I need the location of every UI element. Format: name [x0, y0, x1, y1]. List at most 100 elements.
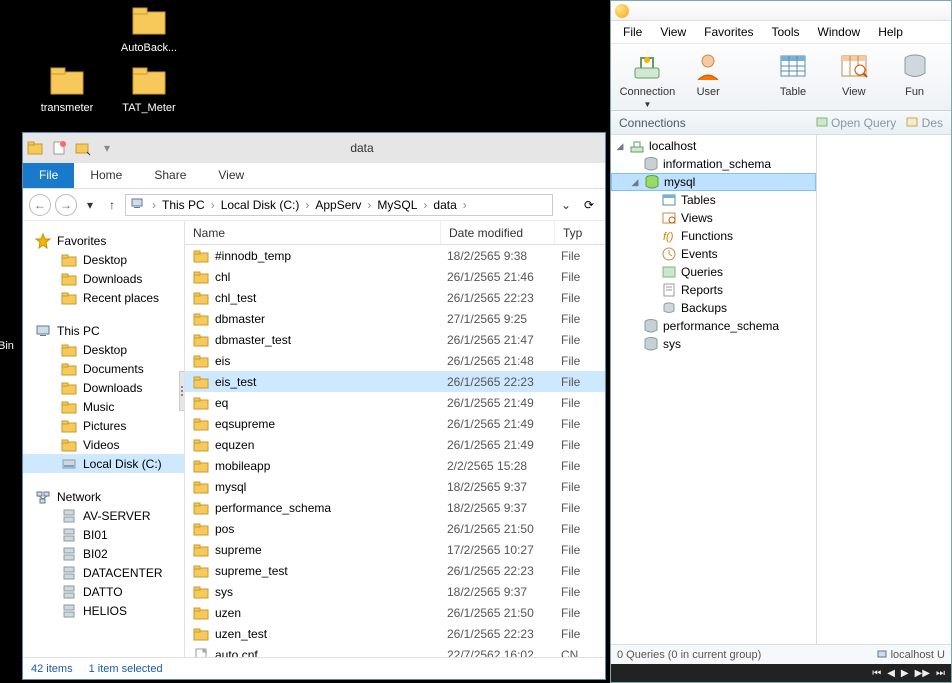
- sidebar-item[interactable]: Network: [23, 487, 184, 506]
- forward-button[interactable]: →: [55, 194, 77, 216]
- sidebar-item[interactable]: Favorites: [23, 231, 184, 250]
- file-row[interactable]: #innodb_temp18/2/2565 9:38File: [185, 245, 605, 266]
- expand-icon[interactable]: ◢: [615, 141, 625, 152]
- column-date[interactable]: Date modified: [441, 221, 555, 244]
- file-row[interactable]: uzen_test26/1/2565 22:23File: [185, 623, 605, 644]
- sidebar-item[interactable]: Downloads: [23, 269, 184, 288]
- sidebar-item[interactable]: HELIOS: [23, 601, 184, 620]
- toolbar-user[interactable]: User: [678, 48, 739, 106]
- file-row[interactable]: sys18/2/2565 9:37File: [185, 581, 605, 602]
- menu-file[interactable]: File: [615, 23, 650, 41]
- tree-object[interactable]: Reports: [611, 281, 816, 299]
- menu-tools[interactable]: Tools: [764, 23, 808, 41]
- properties-icon[interactable]: ▾: [95, 141, 119, 155]
- player-prev-icon[interactable]: ⏮: [872, 668, 881, 679]
- tree-database[interactable]: sys: [611, 335, 816, 353]
- tree-object[interactable]: Queries: [611, 263, 816, 281]
- file-row[interactable]: dbmaster27/1/2565 9:25File: [185, 308, 605, 329]
- navicat-titlebar[interactable]: [611, 1, 951, 21]
- file-row[interactable]: mysql18/2/2565 9:37File: [185, 476, 605, 497]
- column-name[interactable]: Name: [185, 221, 441, 244]
- tree-object[interactable]: f()Functions: [611, 227, 816, 245]
- file-row[interactable]: uzen26/1/2565 21:50File: [185, 602, 605, 623]
- file-row[interactable]: performance_schema18/2/2565 9:37File: [185, 497, 605, 518]
- desktop-icon[interactable]: AutoBack...: [112, 0, 186, 54]
- desktop-icon[interactable]: TAT_Meter: [112, 60, 186, 114]
- sidebar-item[interactable]: Recent places: [23, 288, 184, 307]
- tree-object[interactable]: Backups: [611, 299, 816, 317]
- file-row[interactable]: equzen26/1/2565 21:49File: [185, 434, 605, 455]
- file-row[interactable]: pos26/1/2565 21:50File: [185, 518, 605, 539]
- ribbon-tab-home[interactable]: Home: [74, 163, 138, 188]
- file-row[interactable]: eis_test26/1/2565 22:23File: [185, 371, 605, 392]
- back-button[interactable]: ←: [29, 194, 51, 216]
- sidebar-item[interactable]: Desktop: [23, 340, 184, 359]
- file-row[interactable]: eq26/1/2565 21:49File: [185, 392, 605, 413]
- player-play-icon[interactable]: ▶: [901, 668, 909, 679]
- sidebar-item[interactable]: Desktop: [23, 250, 184, 269]
- explorer-titlebar[interactable]: ▾ data: [23, 133, 605, 163]
- breadcrumb-item[interactable]: AppServ: [313, 198, 363, 212]
- tree-connection[interactable]: ◢localhost: [611, 137, 816, 155]
- history-dropdown[interactable]: ▾: [81, 198, 99, 212]
- ribbon-tab-view[interactable]: View: [202, 163, 260, 188]
- file-list-columns[interactable]: Name Date modified Typ: [185, 221, 605, 245]
- player-rw-icon[interactable]: ◀: [887, 668, 895, 679]
- sidebar-item[interactable]: Local Disk (C:): [23, 454, 184, 473]
- refresh-button[interactable]: ⟳: [579, 198, 599, 212]
- file-row[interactable]: auto.cnf22/7/2562 16:02CN: [185, 644, 605, 657]
- file-row[interactable]: mobileapp2/2/2565 15:28File: [185, 455, 605, 476]
- breadcrumb-dropdown[interactable]: ⌄: [557, 198, 575, 212]
- sidebar-item[interactable]: Documents: [23, 359, 184, 378]
- tree-object[interactable]: Events: [611, 245, 816, 263]
- toolbar-connection[interactable]: Connection ▼: [617, 48, 678, 106]
- file-row[interactable]: chl26/1/2565 21:46File: [185, 266, 605, 287]
- sidebar-splitter[interactable]: [179, 371, 185, 411]
- toolbar-table[interactable]: Table: [763, 48, 824, 106]
- tree-database[interactable]: performance_schema: [611, 317, 816, 335]
- toolbar-fun[interactable]: Fun: [884, 48, 945, 106]
- sidebar-item[interactable]: BI02: [23, 544, 184, 563]
- menu-view[interactable]: View: [652, 23, 694, 41]
- breadcrumb-item[interactable]: This PC: [160, 198, 207, 212]
- sidebar-item[interactable]: Videos: [23, 435, 184, 454]
- player-next-icon[interactable]: ⏭: [936, 668, 945, 679]
- player-ff-icon[interactable]: ▶▶: [915, 668, 930, 679]
- sidebar-item[interactable]: Downloads: [23, 378, 184, 397]
- toolbar-view[interactable]: View: [823, 48, 884, 106]
- file-row[interactable]: supreme_test26/1/2565 22:23File: [185, 560, 605, 581]
- sidebar-item[interactable]: DATTO: [23, 582, 184, 601]
- sidebar-item[interactable]: Music: [23, 397, 184, 416]
- tree-database[interactable]: ◢mysql: [611, 173, 816, 191]
- menu-window[interactable]: Window: [810, 23, 869, 41]
- file-row[interactable]: eis26/1/2565 21:48File: [185, 350, 605, 371]
- tree-object[interactable]: Views: [611, 209, 816, 227]
- breadcrumb-item[interactable]: data: [431, 198, 458, 212]
- sidebar-item[interactable]: AV-SERVER: [23, 506, 184, 525]
- up-button[interactable]: ↑: [103, 198, 121, 212]
- breadcrumb[interactable]: › This PC›Local Disk (C:)›AppServ›MySQL›…: [125, 194, 553, 216]
- tree-database[interactable]: information_schema: [611, 155, 816, 173]
- design-button[interactable]: Des: [906, 116, 943, 130]
- menu-favorites[interactable]: Favorites: [696, 23, 761, 41]
- sidebar-item[interactable]: BI01: [23, 525, 184, 544]
- breadcrumb-item[interactable]: Local Disk (C:): [219, 198, 302, 212]
- menu-help[interactable]: Help: [870, 23, 911, 41]
- media-player-bar[interactable]: ⏮ ◀ ▶ ▶▶ ⏭: [611, 664, 951, 682]
- tree-object[interactable]: Tables: [611, 191, 816, 209]
- folder-dropdown-icon[interactable]: [71, 140, 95, 156]
- sidebar-item[interactable]: This PC: [23, 321, 184, 340]
- ribbon-tab-share[interactable]: Share: [138, 163, 202, 188]
- new-item-icon[interactable]: [47, 140, 71, 156]
- file-row[interactable]: dbmaster_test26/1/2565 21:47File: [185, 329, 605, 350]
- file-row[interactable]: eqsupreme26/1/2565 21:49File: [185, 413, 605, 434]
- expand-icon[interactable]: ◢: [630, 177, 640, 188]
- desktop-icon[interactable]: transmeter: [30, 60, 104, 114]
- sidebar-item[interactable]: DATACENTER: [23, 563, 184, 582]
- open-query-button[interactable]: Open Query: [816, 116, 897, 130]
- ribbon-tab-file[interactable]: File: [23, 163, 74, 188]
- file-row[interactable]: supreme17/2/2565 10:27File: [185, 539, 605, 560]
- sidebar-item[interactable]: Pictures: [23, 416, 184, 435]
- column-type[interactable]: Typ: [555, 221, 605, 244]
- file-row[interactable]: chl_test26/1/2565 22:23File: [185, 287, 605, 308]
